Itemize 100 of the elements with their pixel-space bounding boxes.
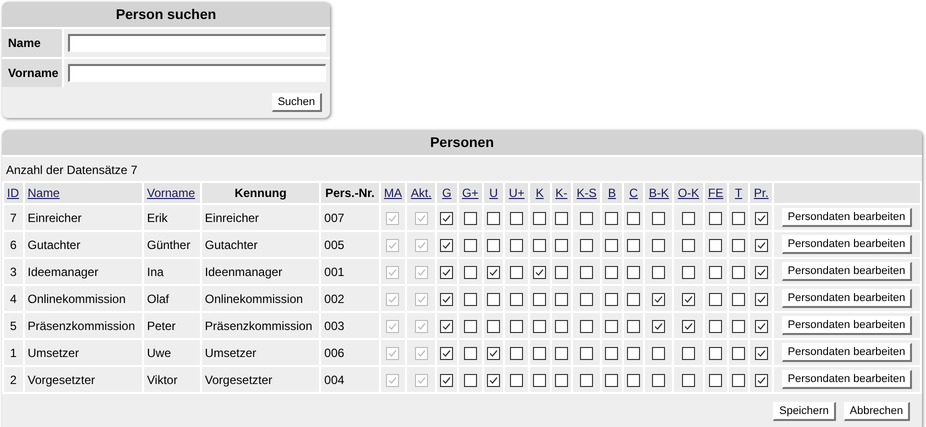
checkbox[interactable]: [580, 266, 594, 279]
checkbox[interactable]: [754, 374, 768, 387]
checkbox[interactable]: [487, 266, 500, 279]
checkbox[interactable]: [440, 212, 454, 225]
checkbox[interactable]: [554, 320, 568, 333]
input-field[interactable]: [68, 64, 326, 82]
checkbox[interactable]: [510, 238, 524, 252]
checkbox[interactable]: [580, 238, 594, 252]
checkbox[interactable]: [652, 346, 666, 360]
checkbox[interactable]: [732, 238, 746, 252]
checkbox[interactable]: [533, 212, 546, 225]
checkbox[interactable]: [682, 320, 695, 333]
checkbox[interactable]: [627, 212, 640, 225]
checkbox[interactable]: [554, 346, 568, 360]
checkbox[interactable]: [533, 374, 546, 387]
checkbox[interactable]: [627, 374, 640, 387]
checkbox[interactable]: [605, 238, 618, 252]
checkbox[interactable]: [652, 212, 666, 225]
checkbox[interactable]: [580, 320, 594, 333]
checkbox[interactable]: [440, 374, 454, 387]
checkbox[interactable]: [754, 266, 768, 279]
checkbox[interactable]: [709, 266, 722, 279]
checkbox[interactable]: [709, 320, 722, 333]
checkbox[interactable]: [510, 292, 524, 306]
checkbox[interactable]: [652, 266, 666, 279]
checkbox[interactable]: [754, 320, 768, 333]
checkbox[interactable]: [754, 238, 768, 252]
checkbox[interactable]: [464, 346, 477, 360]
checkbox[interactable]: [605, 292, 618, 306]
checkbox[interactable]: [754, 346, 768, 360]
input-field[interactable]: [68, 34, 326, 52]
checkbox[interactable]: [464, 238, 477, 252]
checkbox[interactable]: [464, 266, 477, 279]
checkbox[interactable]: [510, 320, 524, 333]
checkbox[interactable]: [533, 320, 546, 333]
checkbox[interactable]: [440, 346, 454, 360]
search-button[interactable]: Suchen: [272, 93, 322, 112]
checkbox[interactable]: [487, 212, 500, 225]
checkbox[interactable]: [732, 374, 746, 387]
checkbox[interactable]: [554, 212, 568, 225]
checkbox[interactable]: [605, 346, 618, 360]
save-button[interactable]: Speichern: [773, 402, 836, 421]
edit-button[interactable]: Persondaten bearbeiten: [782, 316, 912, 335]
checkbox[interactable]: [709, 212, 722, 225]
checkbox[interactable]: [627, 292, 640, 306]
checkbox[interactable]: [627, 266, 640, 279]
checkbox[interactable]: [652, 374, 666, 387]
checkbox[interactable]: [554, 238, 568, 252]
checkbox[interactable]: [533, 238, 546, 252]
checkbox[interactable]: [510, 212, 524, 225]
checkbox[interactable]: [510, 266, 524, 279]
checkbox[interactable]: [605, 320, 618, 333]
checkbox[interactable]: [580, 346, 594, 360]
checkbox[interactable]: [652, 238, 666, 252]
checkbox[interactable]: [487, 374, 500, 387]
checkbox[interactable]: [627, 320, 640, 333]
checkbox[interactable]: [464, 320, 477, 333]
checkbox[interactable]: [709, 346, 722, 360]
checkbox[interactable]: [487, 346, 500, 360]
edit-button[interactable]: Persondaten bearbeiten: [782, 343, 912, 362]
checkbox[interactable]: [709, 238, 722, 252]
column-header-link[interactable]: Name: [28, 186, 60, 200]
cancel-button[interactable]: Abbrechen: [844, 402, 910, 421]
checkbox[interactable]: [732, 266, 746, 279]
edit-button[interactable]: Persondaten bearbeiten: [782, 262, 912, 281]
checkbox[interactable]: [652, 292, 666, 306]
checkbox[interactable]: [440, 292, 454, 306]
checkbox[interactable]: [709, 374, 722, 387]
checkbox[interactable]: [605, 212, 618, 225]
checkbox[interactable]: [709, 292, 722, 306]
checkbox[interactable]: [652, 320, 666, 333]
checkbox[interactable]: [682, 238, 695, 252]
checkbox[interactable]: [754, 292, 768, 306]
checkbox[interactable]: [464, 292, 477, 306]
checkbox[interactable]: [682, 212, 695, 225]
checkbox[interactable]: [440, 320, 454, 333]
checkbox[interactable]: [487, 320, 500, 333]
checkbox[interactable]: [440, 266, 454, 279]
checkbox[interactable]: [605, 374, 618, 387]
checkbox[interactable]: [533, 266, 546, 279]
checkbox[interactable]: [682, 374, 695, 387]
checkbox[interactable]: [605, 266, 618, 279]
checkbox[interactable]: [682, 266, 695, 279]
checkbox[interactable]: [533, 346, 546, 360]
checkbox[interactable]: [487, 292, 500, 306]
checkbox[interactable]: [487, 238, 500, 252]
checkbox[interactable]: [627, 346, 640, 360]
checkbox[interactable]: [732, 320, 746, 333]
edit-button[interactable]: Persondaten bearbeiten: [782, 370, 912, 389]
checkbox[interactable]: [510, 346, 524, 360]
checkbox[interactable]: [440, 238, 454, 252]
checkbox[interactable]: [682, 292, 695, 306]
checkbox[interactable]: [732, 212, 746, 225]
checkbox[interactable]: [580, 212, 594, 225]
checkbox[interactable]: [510, 374, 524, 387]
checkbox[interactable]: [554, 266, 568, 279]
checkbox[interactable]: [627, 238, 640, 252]
checkbox[interactable]: [580, 374, 594, 387]
edit-button[interactable]: Persondaten bearbeiten: [782, 289, 912, 308]
checkbox[interactable]: [754, 212, 768, 225]
